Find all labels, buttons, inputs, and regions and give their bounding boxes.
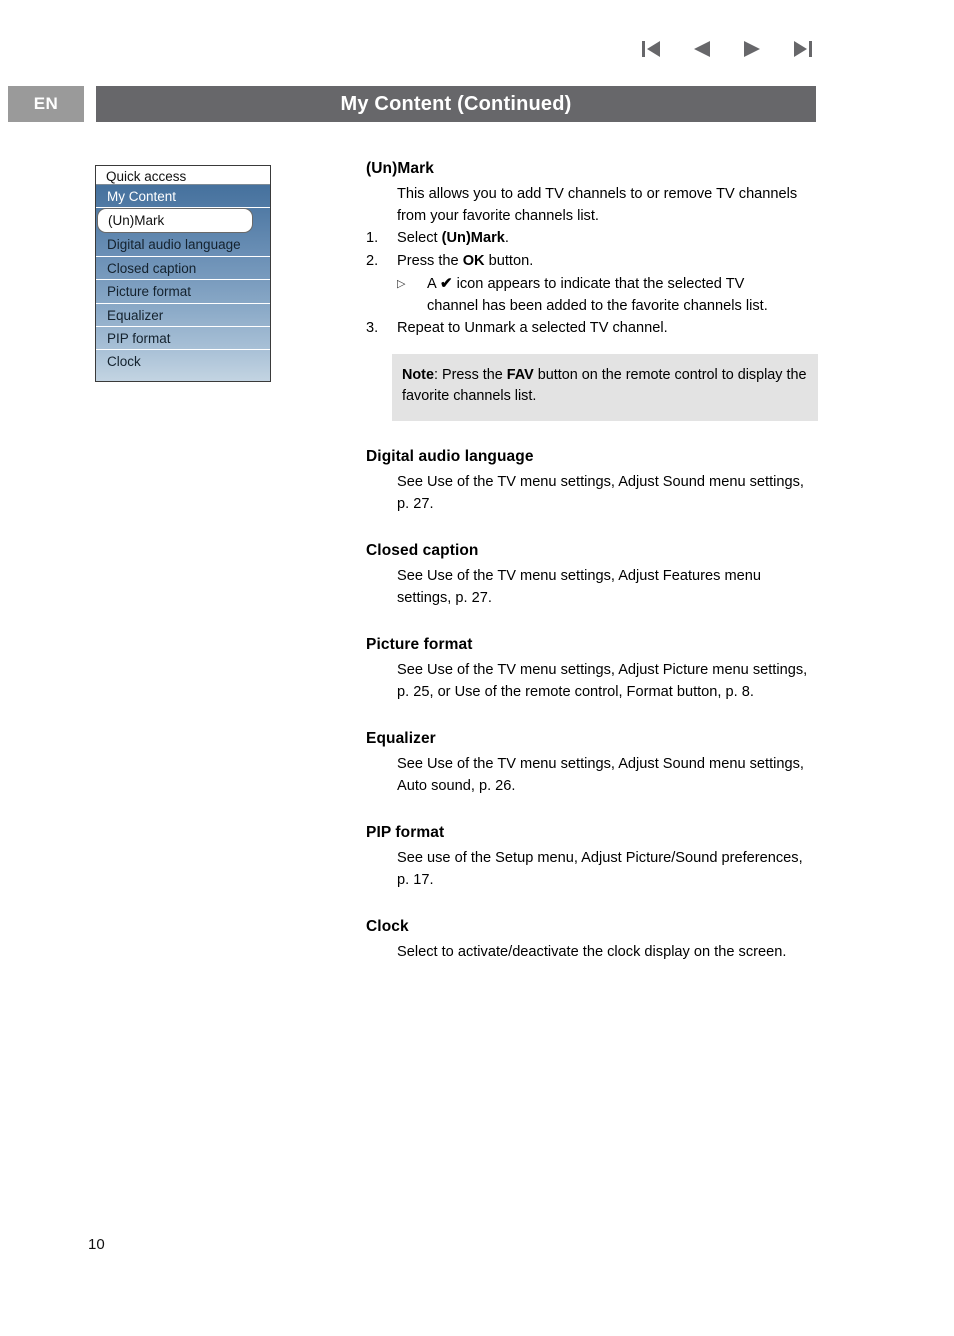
quick-access-menu: Quick access My Content (Un)Mark Digital… [95,165,271,382]
section-heading-equalizer: Equalizer [366,730,436,747]
menu-item-label: Closed caption [107,260,197,276]
checkmark-icon: ✔ [439,275,453,292]
section-body-digital-audio-language: See Use of the TV menu settings, Adjust … [397,474,804,512]
page-title: My Content (Continued) [96,86,816,122]
triangle-bullet-icon: ▷ [397,278,406,290]
menu-item-label: Digital audio language [107,237,241,253]
step-emphasis: OK [462,253,485,269]
step-number: 1. [366,230,379,246]
menu-item-my-content[interactable]: My Content [96,185,270,209]
section-body-closed-caption: See Use of the TV menu settings, Adjust … [397,568,761,606]
next-page-icon[interactable] [740,38,764,60]
step-text-tail: button. [484,253,534,269]
unmark-intro-text: This allows you to add TV channels to or… [397,186,798,224]
menu-title: Quick access [96,166,270,185]
menu-item-label: Clock [107,354,141,370]
step-emphasis: (Un)Mark [441,230,505,246]
note-separator: : Press the [433,367,507,383]
step-text: Press the [397,253,463,269]
step-item: 3. Repeat to Unmark a selected TV channel… [366,317,818,340]
section-body-picture-format: See Use of the TV menu settings, Adjust … [397,662,808,700]
last-page-icon[interactable] [790,38,814,60]
page-navigation-bar [640,38,814,60]
menu-item-closed-caption[interactable]: Closed caption [96,257,270,281]
first-page-icon[interactable] [640,38,664,60]
menu-item-label: My Content [107,189,177,204]
substep-text: A [427,276,440,292]
unmark-steps: 1. Select (Un)Mark. 2. Press the OK button… [366,227,818,340]
step-number: 3. [366,320,379,336]
step-item: 2. Press the OK button. [366,250,818,273]
section-heading-digital-audio-language: Digital audio language [366,448,534,465]
page-header: EN My Content (Continued) [8,86,816,122]
section-heading-picture-format: Picture format [366,636,473,653]
menu-item-unmark[interactable]: (Un)Mark [96,208,270,234]
previous-page-icon[interactable] [690,38,714,60]
step-text: Select [397,230,442,246]
menu-item-pip-format[interactable]: PIP format [96,327,270,351]
note-label: Note [402,367,434,383]
section-heading-unmark: (Un)Mark [366,160,434,177]
section-body-clock: Select to activate/deactivate the clock … [397,944,787,960]
step-text-tail: . [504,230,509,246]
substep-text-line2: channel has been added to the favorite c… [427,298,768,314]
note-box: Note: Press the FAV button on the remote… [392,354,818,421]
menu-item-label: (Un)Mark [97,208,253,234]
menu-item-picture-format[interactable]: Picture format [96,280,270,304]
main-content: (Un)Mark This allows you to add TV chann… [366,160,818,964]
note-emphasis: FAV [506,367,534,383]
menu-item-label: PIP format [107,330,171,346]
menu-item-digital-audio-language[interactable]: Digital audio language [96,233,270,257]
step-item: 1. Select (Un)Mark. [366,227,818,250]
step-number: 2. [366,253,379,269]
menu-item-equalizer[interactable]: Equalizer [96,304,270,327]
language-badge: EN [8,86,84,122]
section-body-equalizer: See Use of the TV menu settings, Adjust … [397,756,804,794]
substep-text-tail: icon appears to indicate that the select… [452,276,745,292]
section-heading-closed-caption: Closed caption [366,542,479,559]
menu-item-label: Picture format [107,284,192,300]
section-heading-clock: Clock [366,918,409,935]
menu-item-clock[interactable]: Clock [96,350,270,373]
section-body-pip-format: See use of the Setup menu, Adjust Pictur… [397,850,803,888]
menu-item-label: Equalizer [107,307,164,323]
page-number: 10 [88,1236,105,1253]
section-heading-pip-format: PIP format [366,824,445,841]
step-text: Repeat to Unmark a selected TV channel. [397,320,668,336]
substep-item: ▷ A ✔ icon appears to indicate that the s… [366,273,818,317]
